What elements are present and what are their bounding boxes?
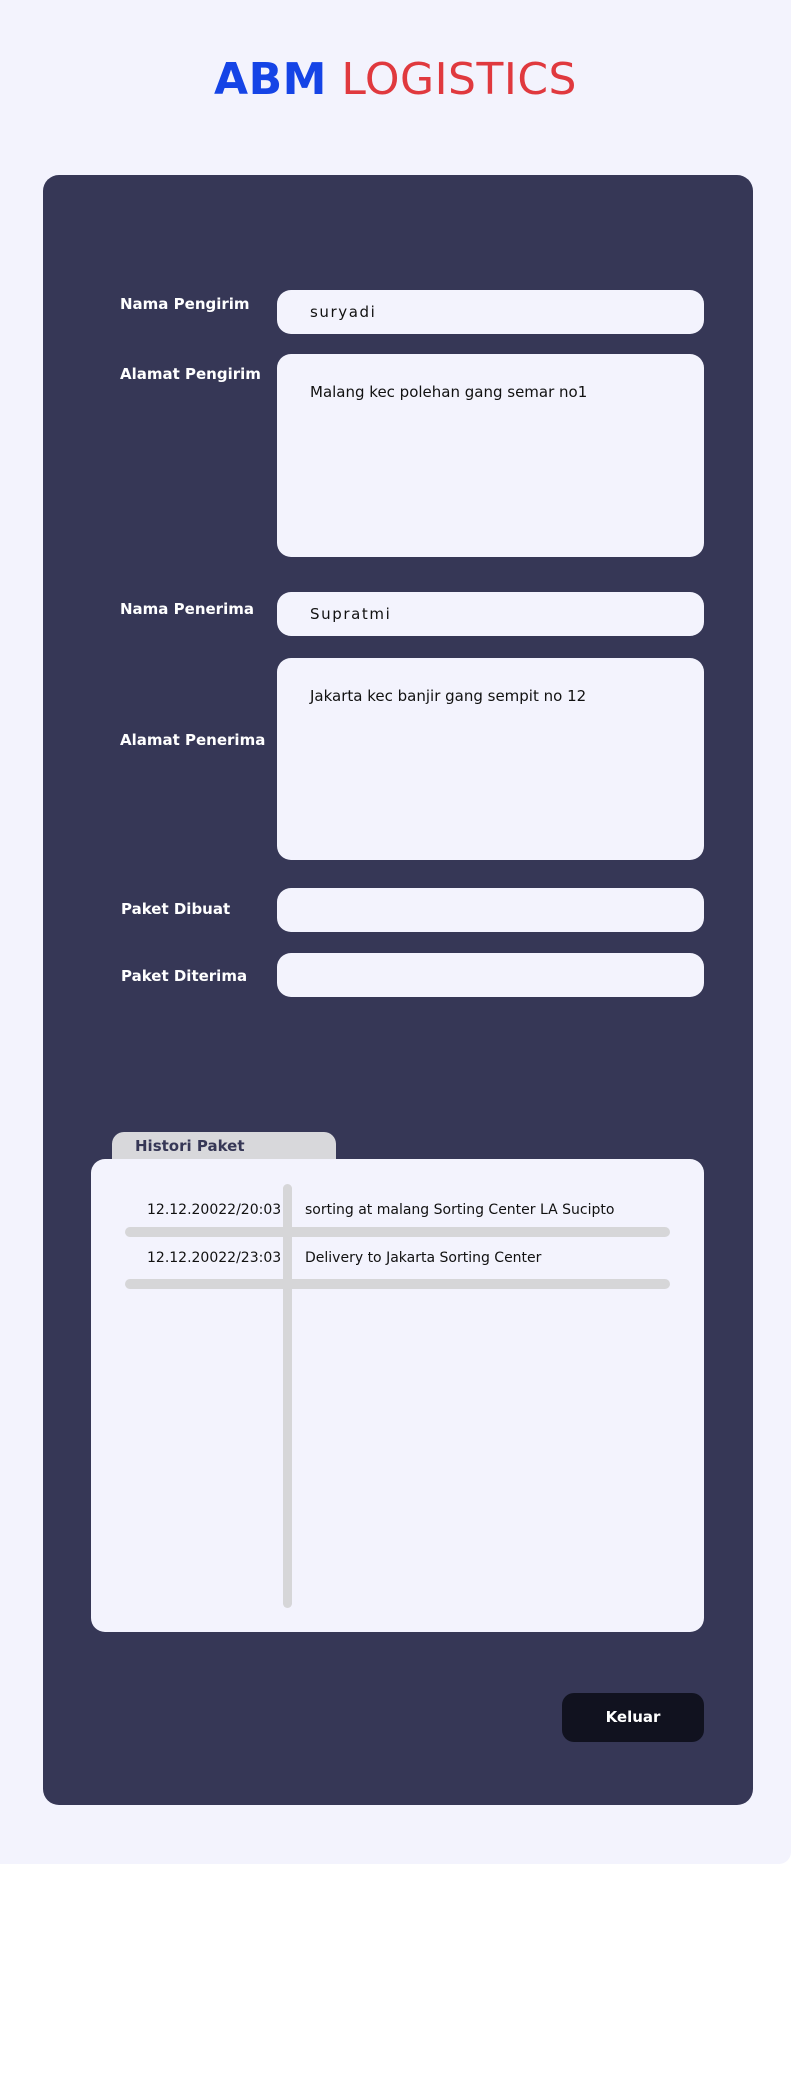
history-row-1-description: sorting at malang Sorting Center LA Suci… [305,1202,615,1218]
sender-name-field[interactable]: suryadi [277,290,704,334]
brand-logo: ABM LOGISTICS [0,52,791,108]
recipient-address-field[interactable]: Jakarta kec banjir gang sempit no 12 [277,658,704,860]
history-row-divider [125,1279,670,1289]
recipient-name-field[interactable]: Supratmi [277,592,704,636]
exit-button[interactable]: Keluar [562,1693,704,1742]
history-column-divider [283,1184,292,1608]
brand-name-bold: ABM [214,54,327,105]
history-row-2-timestamp: 12.12.20022/23:03 [147,1250,282,1266]
package-created-field[interactable] [277,888,704,932]
history-row-divider [125,1227,670,1237]
history-row-2-description: Delivery to Jakarta Sorting Center [305,1250,542,1266]
history-row-1-timestamp: 12.12.20022/20:03 [147,1202,282,1218]
package-received-label: Paket Diterima [121,967,248,985]
page-background: ABM LOGISTICS Nama Pengirim suryadi Alam… [0,0,791,1864]
package-received-field[interactable] [277,953,704,997]
brand-name-light: LOGISTICS [341,54,577,105]
sender-address-label: Alamat Pengirim [120,365,261,383]
sender-address-field[interactable]: Malang kec polehan gang semar no1 [277,354,704,557]
sender-name-label: Nama Pengirim [120,295,250,313]
package-created-label: Paket Dibuat [121,900,231,918]
recipient-address-label: Alamat Penerima [120,731,266,749]
recipient-name-label: Nama Penerima [120,600,254,618]
